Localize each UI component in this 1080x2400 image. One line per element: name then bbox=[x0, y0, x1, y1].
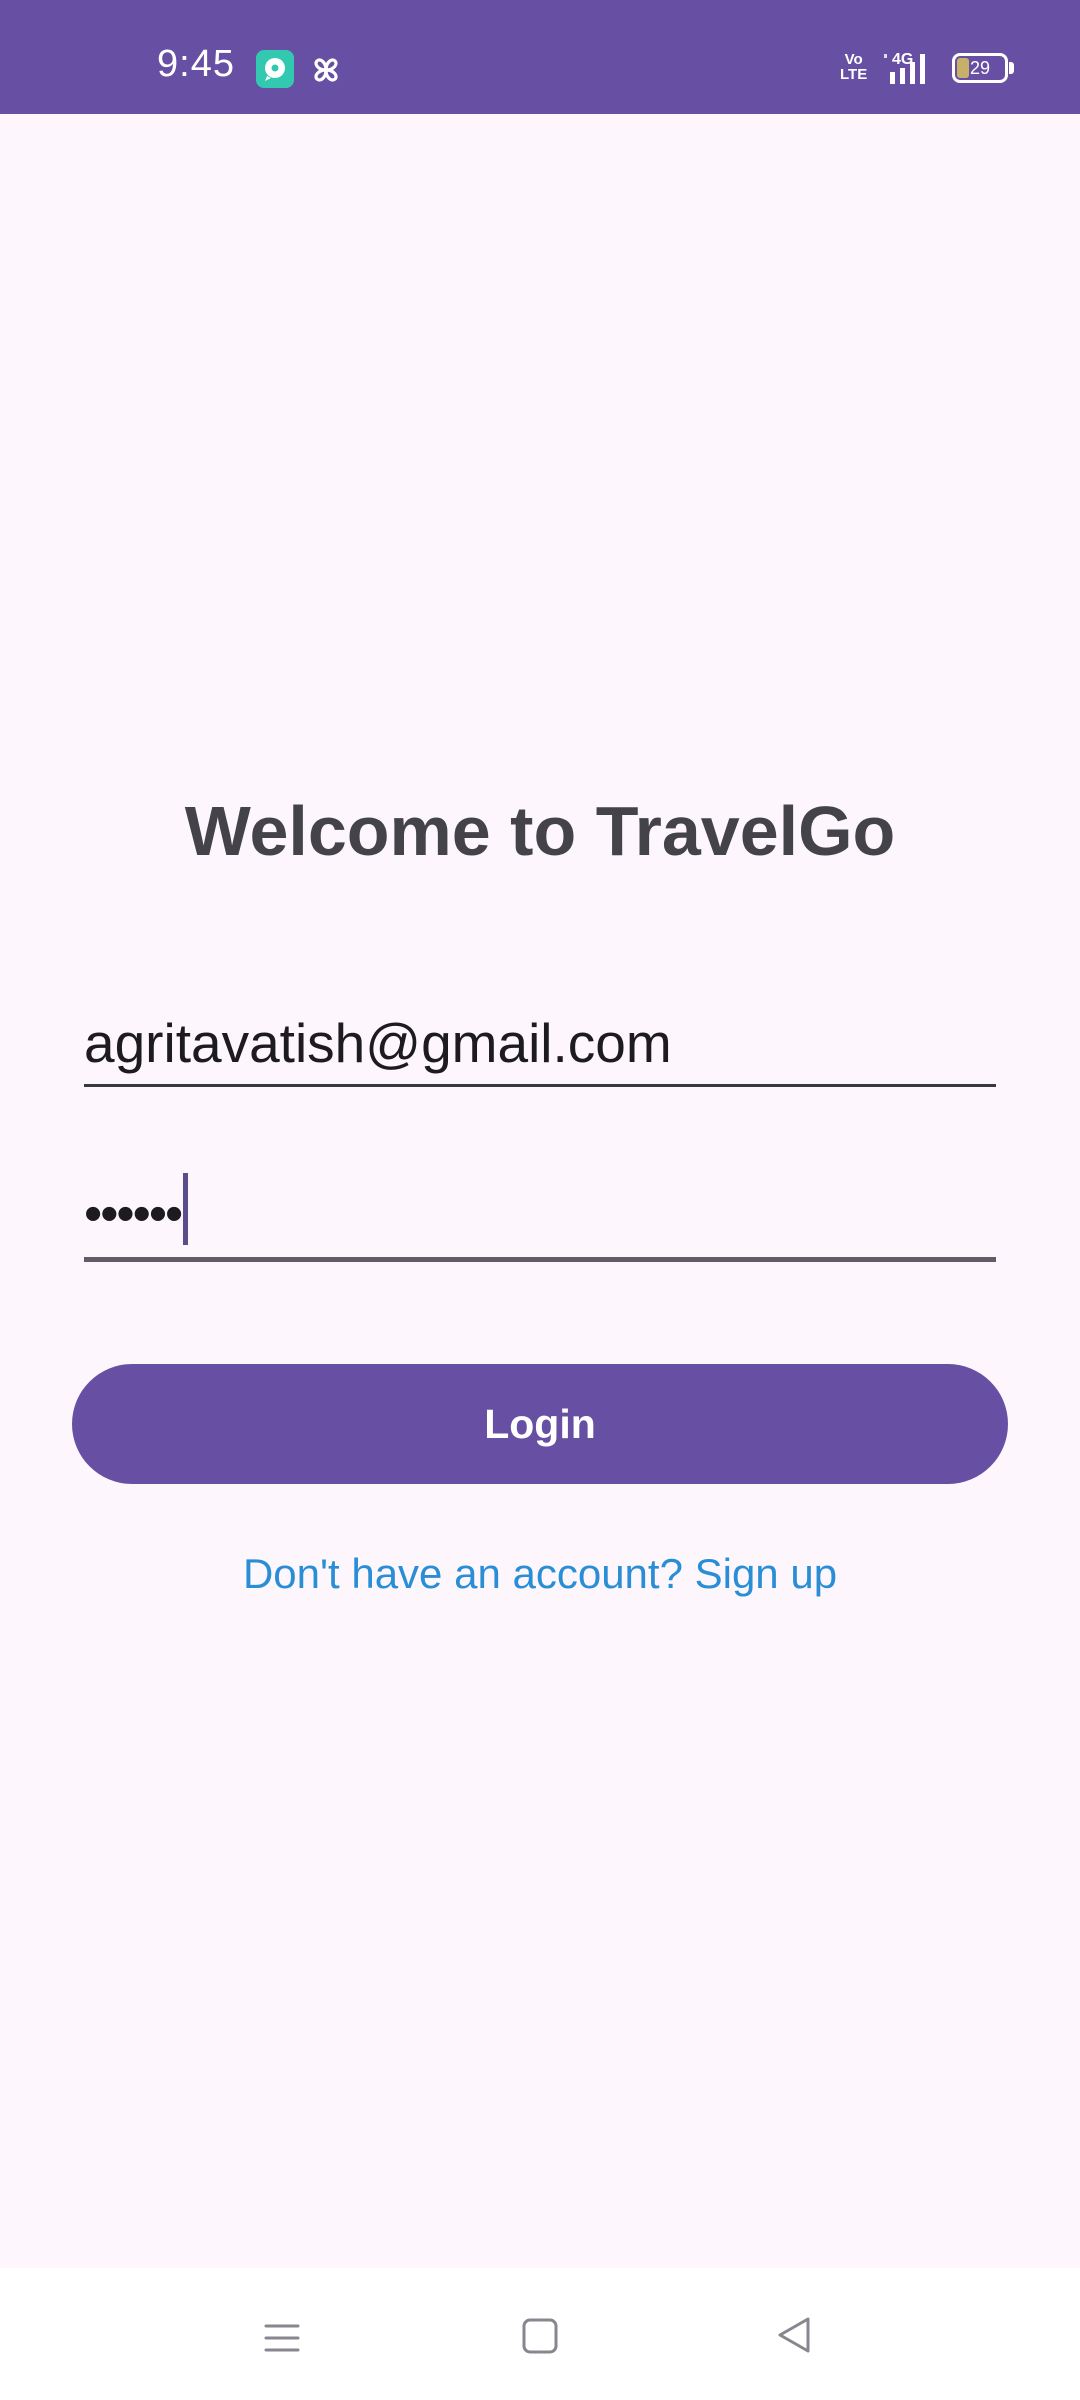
text-cursor bbox=[183, 1173, 189, 1245]
volte-label-bottom: LTE bbox=[840, 66, 868, 83]
password-value: •••••• bbox=[84, 1173, 189, 1245]
battery-icon: 29 bbox=[952, 53, 1008, 83]
status-time: 9:45 bbox=[157, 43, 235, 85]
battery-level: 29 bbox=[969, 58, 991, 78]
pinwheel-app-icon bbox=[306, 50, 346, 90]
login-button[interactable]: Login bbox=[72, 1364, 1008, 1484]
status-bar: 9:45 Vo LTE 4G 29 bbox=[0, 0, 1080, 114]
volte-label-top: Vo bbox=[844, 51, 863, 68]
password-field[interactable]: •••••• bbox=[84, 1165, 996, 1262]
home-icon[interactable] bbox=[520, 2316, 560, 2356]
battery-tip bbox=[1009, 62, 1014, 74]
chat-app-icon bbox=[256, 50, 294, 88]
email-field[interactable]: agritavatish@gmail.com bbox=[84, 1000, 996, 1087]
navigation-bar bbox=[0, 2268, 1080, 2400]
email-value: agritavatish@gmail.com bbox=[84, 1012, 672, 1074]
password-mask: •••••• bbox=[84, 1185, 183, 1243]
back-icon[interactable] bbox=[774, 2314, 816, 2356]
signup-link[interactable]: Don't have an account? Sign up bbox=[0, 1544, 1080, 1604]
signal-icon: 4G bbox=[880, 50, 938, 86]
menu-icon[interactable] bbox=[262, 2318, 302, 2358]
welcome-title: Welcome to TravelGo bbox=[184, 792, 896, 870]
volte-icon: Vo LTE bbox=[840, 52, 867, 82]
